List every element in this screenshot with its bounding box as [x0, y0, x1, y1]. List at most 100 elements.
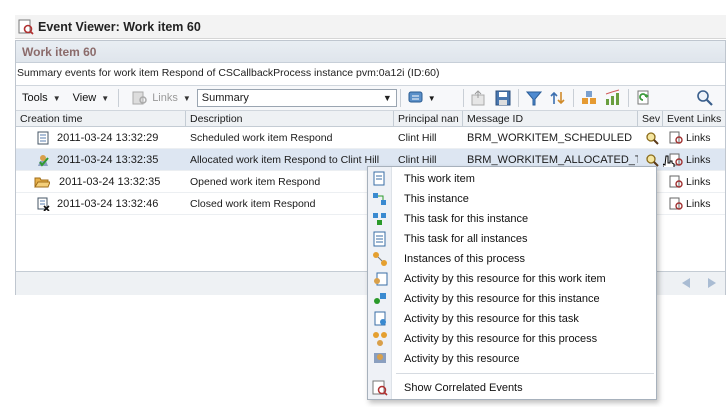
window-title: Event Viewer: Work item 60 [38, 19, 201, 34]
allocated-icon [36, 153, 50, 167]
caret-down-icon: ▼ [182, 93, 191, 103]
event-links-context-menu: This work item This instance This task f… [367, 166, 657, 400]
creation-time: 2011-03-24 13:32:35 [57, 153, 159, 166]
links-label: Links [686, 131, 711, 144]
links-label: Links [152, 92, 178, 104]
creation-time: 2011-03-24 13:32:35 [59, 175, 161, 188]
column-header-severity[interactable]: Sev [638, 111, 663, 126]
menu-item-label: Instances of this process [404, 253, 526, 265]
magnifier-icon[interactable] [645, 131, 659, 145]
separator [627, 89, 629, 107]
view-label: View [72, 92, 97, 104]
refresh-icon[interactable] [635, 89, 653, 107]
column-header-description[interactable]: Description [186, 111, 394, 126]
resource-instance-icon [372, 291, 388, 307]
links-icon [131, 89, 149, 107]
links-label: Links [686, 175, 711, 188]
export-icon[interactable] [470, 89, 488, 107]
table-row[interactable]: 2011-03-24 13:32:29 Scheduled work item … [16, 127, 725, 149]
window-titlebar: Event Viewer: Work item 60 [15, 15, 726, 39]
sort-icon[interactable] [549, 89, 567, 107]
menu-item-label: This work item [404, 173, 475, 185]
message-id-cell: BRM_WORKITEM_ALLOCATED_TC [467, 153, 638, 166]
menu-item-resource[interactable]: Activity by this resource [368, 349, 656, 369]
menu-item-label: This task for all instances [404, 233, 528, 245]
view-menu-button[interactable]: View ▼ [67, 92, 116, 104]
folder-open-icon [34, 175, 51, 189]
description-cell: Allocated work item Respond to Clint Hil… [190, 153, 380, 166]
menu-item-label: Activity by this resource [404, 353, 520, 365]
closed-icon [36, 197, 50, 211]
previous-page-icon[interactable] [679, 276, 693, 293]
column-header-principal[interactable]: Principal nan [394, 111, 463, 126]
description-cell: Opened work item Respond [190, 175, 321, 188]
chevron-down-icon: ▼ [382, 93, 392, 103]
caret-down-icon: ▼ [52, 93, 61, 103]
links-menu-button[interactable]: Links ▼ [122, 89, 197, 107]
pager [679, 276, 719, 293]
view-select[interactable]: Summary ▼ [196, 89, 397, 107]
menu-separator [396, 373, 654, 374]
menu-item-resource-task[interactable]: Activity by this resource for this task [368, 309, 656, 329]
menu-item-resource-instance[interactable]: Activity by this resource for this insta… [368, 289, 656, 309]
column-header-message-id[interactable]: Message ID [463, 111, 638, 126]
menu-item-resource-process[interactable]: Activity by this resource for this proce… [368, 329, 656, 349]
caret-down-icon: ▼ [101, 93, 110, 103]
toolbar: Tools ▼ View ▼ Links ▼ Summary ▼ ▼ [16, 85, 725, 111]
resource-icon [372, 351, 388, 367]
save-icon[interactable] [494, 89, 512, 107]
menu-item-instances-process[interactable]: Instances of this process [368, 249, 656, 269]
task-instance-icon [372, 211, 388, 227]
creation-time: 2011-03-24 13:32:46 [57, 197, 159, 210]
magnifier-icon[interactable] [645, 153, 659, 167]
separator [462, 89, 464, 107]
menu-item-resource-work-item[interactable]: Activity by this resource for this work … [368, 269, 656, 289]
menu-item-show-correlated-events[interactable]: Show Correlated Events [368, 378, 656, 398]
comment-icon[interactable] [407, 89, 425, 107]
menu-item-label: Show Correlated Events [404, 382, 523, 394]
hand-cursor-icon [663, 155, 675, 167]
filter-icon[interactable] [525, 89, 543, 107]
links-icon [669, 197, 683, 211]
scheduled-icon [36, 131, 50, 145]
principal-cell: Clint Hill [398, 131, 437, 144]
panel-heading: Work item 60 [16, 41, 725, 63]
links-icon [669, 131, 683, 145]
chart-icon[interactable] [604, 89, 622, 107]
resource-task-icon [372, 311, 388, 327]
event-links-cell[interactable]: Links [663, 153, 725, 167]
column-header-event-links[interactable]: Event Links [663, 111, 725, 126]
creation-time-cell: 2011-03-24 13:32:29 [16, 131, 186, 145]
menu-item-label: This task for this instance [404, 213, 529, 225]
correlated-events-icon [372, 380, 388, 396]
creation-time-cell: 2011-03-24 13:32:46 [16, 197, 186, 211]
event-links-cell[interactable]: Links [663, 197, 725, 211]
table-header: Creation time Description Principal nan … [16, 111, 725, 127]
tools-menu-button[interactable]: Tools ▼ [16, 92, 67, 104]
search-icon[interactable] [696, 89, 714, 107]
view-select-value: Summary [201, 92, 249, 104]
links-label: Links [686, 153, 711, 166]
menu-item-task-all-instances[interactable]: This task for all instances [368, 229, 656, 249]
creation-time-cell: 2011-03-24 13:32:35 [16, 153, 186, 167]
caret-down-icon[interactable]: ▼ [428, 94, 436, 103]
menu-item-label: Activity by this resource for this task [404, 313, 579, 325]
event-links-cell[interactable]: Links [663, 175, 725, 189]
menu-item-task-this-instance[interactable]: This task for this instance [368, 209, 656, 229]
separator [399, 89, 401, 107]
summary-text: Summary events for work item Respond of … [17, 67, 440, 79]
links-label: Links [686, 197, 711, 210]
group-icon[interactable] [580, 89, 598, 107]
event-links-cell[interactable]: Links [663, 131, 725, 145]
menu-item-label: Activity by this resource for this proce… [404, 333, 598, 345]
tools-label: Tools [22, 92, 48, 104]
message-id-cell: BRM_WORKITEM_SCHEDULED [467, 131, 633, 144]
column-header-creation-time[interactable]: Creation time [16, 111, 186, 126]
description-cell: Closed work item Respond [190, 197, 316, 210]
next-page-icon[interactable] [705, 276, 719, 293]
menu-item-this-work-item[interactable]: This work item [368, 169, 656, 189]
menu-item-this-instance[interactable]: This instance [368, 189, 656, 209]
menu-item-label: Activity by this resource for this work … [404, 273, 606, 285]
principal-cell: Clint Hill [398, 153, 437, 166]
severity-cell [638, 153, 663, 167]
